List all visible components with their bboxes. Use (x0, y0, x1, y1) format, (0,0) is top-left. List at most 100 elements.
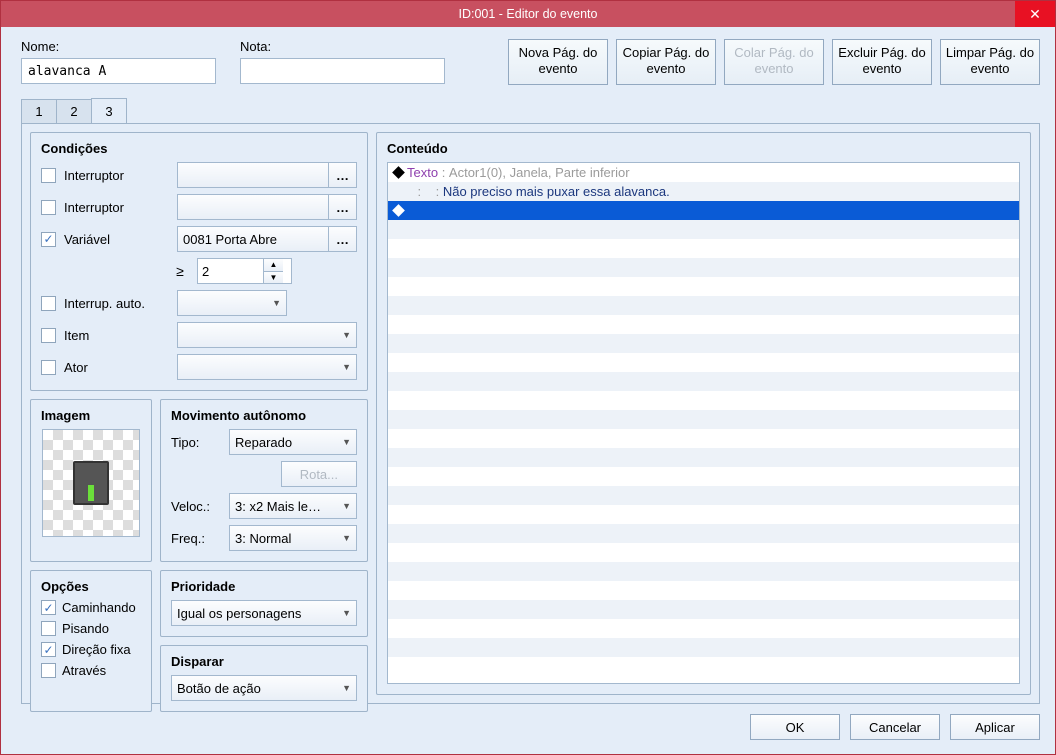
switch1-combo[interactable] (177, 162, 329, 188)
tab-3[interactable]: 3 (91, 98, 127, 123)
speed-combo[interactable]: 3: x2 Mais le…▼ (229, 493, 357, 519)
step-checkbox[interactable] (41, 621, 56, 636)
actor-combo[interactable]: ▼ (177, 354, 357, 380)
name-input[interactable] (21, 58, 216, 84)
step-label: Pisando (62, 621, 109, 636)
diamond-icon (392, 166, 405, 179)
switch2-combo[interactable] (177, 194, 329, 220)
chevron-down-icon: ▼ (342, 330, 351, 340)
selfswitch-checkbox[interactable] (41, 296, 56, 311)
page-tabs: 1 2 3 (21, 99, 1055, 123)
content-row: Texto : Actor1(0), Janela, Parte inferio… (388, 163, 1019, 182)
item-combo[interactable]: ▼ (177, 322, 357, 348)
variable-pick-button[interactable]: … (329, 226, 357, 252)
trigger-box: Disparar Botão de ação▼ (160, 645, 368, 712)
walk-checkbox[interactable]: ✓ (41, 600, 56, 615)
variable-value-spinner[interactable]: ▲ ▼ (197, 258, 292, 284)
through-label: Através (62, 663, 106, 678)
window-title: ID:001 - Editor do evento (459, 7, 598, 21)
variable-combo[interactable]: 0081 Porta Abre (177, 226, 329, 252)
left-column: Condições Interruptor … Interruptor … (30, 132, 368, 695)
chevron-down-icon: ▼ (342, 501, 351, 511)
note-label: Nota: (240, 39, 445, 54)
name-label: Nome: (21, 39, 216, 54)
options-box: Opções ✓ Caminhando Pisando ✓ Direção fixa… (30, 570, 152, 712)
tab-1[interactable]: 1 (21, 99, 57, 123)
movement-title: Movimento autônomo (171, 408, 357, 423)
check-icon: ✓ (43, 232, 53, 246)
route-button[interactable]: Rota... (281, 461, 357, 487)
new-page-button[interactable]: Nova Pág. do evento (508, 39, 608, 85)
ok-button[interactable]: OK (750, 714, 840, 740)
switch2-label: Interruptor (64, 200, 169, 215)
spinner-up-icon[interactable]: ▲ (264, 259, 283, 272)
item-label: Item (64, 328, 169, 343)
content-list[interactable]: Texto : Actor1(0), Janela, Parte inferio… (387, 162, 1020, 684)
tab-2[interactable]: 2 (56, 99, 92, 123)
walk-label: Caminhando (62, 600, 136, 615)
trigger-title: Disparar (171, 654, 357, 669)
conditions-box: Condições Interruptor … Interruptor … (30, 132, 368, 391)
content-box: Conteúdo Texto : Actor1(0), Janela, Part… (376, 132, 1031, 695)
delete-page-button[interactable]: Excluir Pág. do evento (832, 39, 932, 85)
chevron-down-icon: ▼ (342, 533, 351, 543)
type-combo[interactable]: Reparado▼ (229, 429, 357, 455)
selfswitch-combo[interactable]: ▼ (177, 290, 287, 316)
item-checkbox[interactable] (41, 328, 56, 343)
switch1-pick-button[interactable]: … (329, 162, 357, 188)
top-row: Nome: Nota: Nova Pág. do evento Copiar P… (1, 27, 1055, 89)
check-icon: ✓ (43, 643, 53, 657)
chevron-down-icon: ▼ (342, 683, 351, 693)
switch2-checkbox[interactable] (41, 200, 56, 215)
freq-label: Freq.: (171, 531, 223, 546)
chevron-down-icon: ▼ (342, 608, 351, 618)
apply-button[interactable]: Aplicar (950, 714, 1040, 740)
diamond-icon (392, 204, 405, 217)
footer-buttons: OK Cancelar Aplicar (1, 714, 1055, 754)
trigger-combo[interactable]: Botão de ação▼ (171, 675, 357, 701)
clear-page-button[interactable]: Limpar Pág. do evento (940, 39, 1040, 85)
switch1-label: Interruptor (64, 168, 169, 183)
freq-combo[interactable]: 3: Normal▼ (229, 525, 357, 551)
copy-page-button[interactable]: Copiar Pág. do evento (616, 39, 716, 85)
type-label: Tipo: (171, 435, 223, 450)
title-bar[interactable]: ID:001 - Editor do evento ✕ (1, 1, 1055, 27)
variable-op: ≥ (173, 263, 187, 279)
actor-checkbox[interactable] (41, 360, 56, 375)
through-checkbox[interactable] (41, 663, 56, 678)
priority-title: Prioridade (171, 579, 357, 594)
sprite-icon (73, 461, 109, 505)
variable-value-input[interactable] (198, 259, 263, 283)
speed-label: Veloc.: (171, 499, 223, 514)
variable-label: Variável (64, 232, 169, 247)
content-row: : : Não preciso mais puxar essa alavanca… (388, 182, 1019, 201)
selfswitch-label: Interrup. auto. (64, 296, 169, 311)
switch2-pick-button[interactable]: … (329, 194, 357, 220)
spinner-down-icon[interactable]: ▼ (264, 272, 283, 284)
event-editor-window: ID:001 - Editor do evento ✕ Nome: Nota: … (0, 0, 1056, 755)
variable-checkbox[interactable]: ✓ (41, 232, 56, 247)
close-icon: ✕ (1029, 6, 1041, 23)
check-icon: ✓ (43, 601, 53, 615)
conditions-title: Condições (41, 141, 357, 156)
options-title: Opções (41, 579, 141, 594)
main-panel: Condições Interruptor … Interruptor … (21, 123, 1040, 704)
chevron-down-icon: ▼ (342, 437, 351, 447)
image-title: Imagem (41, 408, 141, 423)
actor-label: Ator (64, 360, 169, 375)
image-preview[interactable] (42, 429, 140, 537)
switch1-checkbox[interactable] (41, 168, 56, 183)
paste-page-button: Colar Pág. do evento (724, 39, 824, 85)
cancel-button[interactable]: Cancelar (850, 714, 940, 740)
note-input[interactable] (240, 58, 445, 84)
priority-box: Prioridade Igual os personagens▼ (160, 570, 368, 637)
content-title: Conteúdo (387, 141, 1020, 156)
movement-box: Movimento autônomo Tipo: Reparado▼ Rota.… (160, 399, 368, 562)
dirfix-label: Direção fixa (62, 642, 131, 657)
image-box: Imagem (30, 399, 152, 562)
chevron-down-icon: ▼ (342, 362, 351, 372)
chevron-down-icon: ▼ (272, 298, 281, 308)
dirfix-checkbox[interactable]: ✓ (41, 642, 56, 657)
close-button[interactable]: ✕ (1015, 1, 1055, 27)
priority-combo[interactable]: Igual os personagens▼ (171, 600, 357, 626)
